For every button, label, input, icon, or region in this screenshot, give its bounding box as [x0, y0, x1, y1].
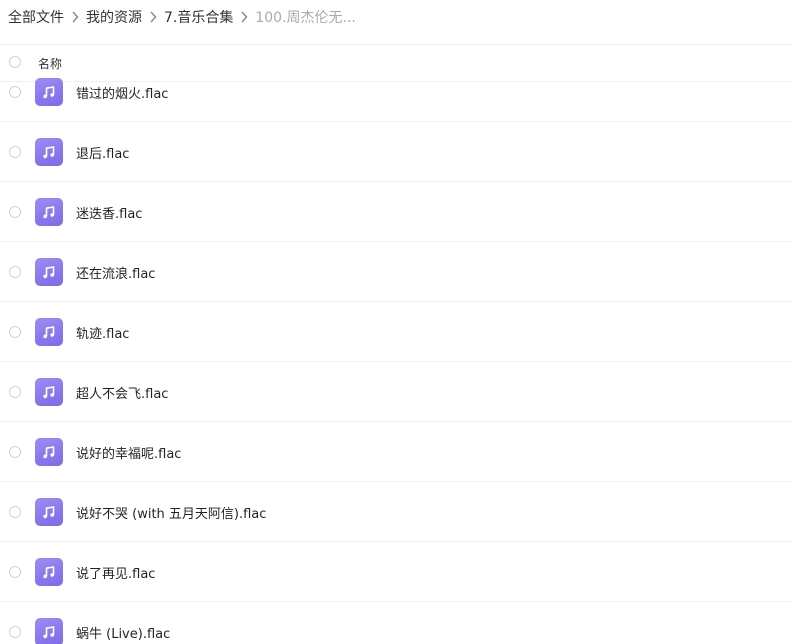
breadcrumb-my-resources[interactable]: 我的资源: [86, 7, 142, 27]
file-name[interactable]: 退后.flac: [76, 143, 129, 162]
chevron-right-icon: [237, 11, 251, 23]
file-row[interactable]: 说好不哭 (with 五月天阿信).flac: [0, 482, 792, 542]
row-checkbox[interactable]: [9, 146, 21, 158]
breadcrumb-current-folder: 100.周杰伦无...: [255, 10, 356, 26]
file-row[interactable]: 轨迹.flac: [0, 302, 792, 362]
file-name[interactable]: 还在流浪.flac: [76, 263, 155, 282]
row-checkbox[interactable]: [9, 506, 21, 518]
file-row[interactable]: 说好的幸福呢.flac: [0, 422, 792, 482]
row-checkbox[interactable]: [9, 386, 21, 398]
file-name[interactable]: 蜗牛 (Live).flac: [76, 623, 170, 642]
file-list: 错过的烟火.flac 退后.flac 迷迭香.flac 还在流浪.flac 轨迹…: [0, 62, 792, 644]
chevron-right-icon: [146, 11, 160, 23]
file-row[interactable]: 错过的烟火.flac: [0, 62, 792, 122]
file-row[interactable]: 还在流浪.flac: [0, 242, 792, 302]
music-note-icon: [35, 438, 63, 466]
chevron-right-icon: [68, 11, 82, 23]
music-note-icon: [35, 138, 63, 166]
music-note-icon: [35, 78, 63, 106]
music-note-icon: [35, 558, 63, 586]
file-row[interactable]: 蜗牛 (Live).flac: [0, 602, 792, 644]
row-checkbox[interactable]: [9, 206, 21, 218]
music-note-icon: [35, 318, 63, 346]
file-name[interactable]: 迷迭香.flac: [76, 203, 142, 222]
row-checkbox[interactable]: [9, 446, 21, 458]
file-row[interactable]: 迷迭香.flac: [0, 182, 792, 242]
file-name[interactable]: 说好的幸福呢.flac: [76, 443, 181, 462]
file-name[interactable]: 说好不哭 (with 五月天阿信).flac: [76, 503, 266, 522]
file-row[interactable]: 超人不会飞.flac: [0, 362, 792, 422]
file-name[interactable]: 说了再见.flac: [76, 563, 155, 582]
row-checkbox[interactable]: [9, 86, 21, 98]
music-note-icon: [35, 618, 63, 644]
file-row[interactable]: 说了再见.flac: [0, 542, 792, 602]
row-checkbox[interactable]: [9, 266, 21, 278]
music-note-icon: [35, 498, 63, 526]
file-name[interactable]: 超人不会飞.flac: [76, 383, 168, 402]
row-checkbox[interactable]: [9, 326, 21, 338]
file-name[interactable]: 错过的烟火.flac: [76, 83, 168, 102]
row-checkbox[interactable]: [9, 566, 21, 578]
file-name[interactable]: 轨迹.flac: [76, 323, 129, 342]
music-note-icon: [35, 258, 63, 286]
breadcrumb-all-files[interactable]: 全部文件: [8, 7, 64, 27]
music-note-icon: [35, 378, 63, 406]
file-row[interactable]: 退后.flac: [0, 122, 792, 182]
row-checkbox[interactable]: [9, 626, 21, 638]
breadcrumb-music-collection[interactable]: 7.音乐合集: [164, 7, 233, 27]
breadcrumb: 全部文件 我的资源 7.音乐合集 100.周杰伦无...: [0, 0, 792, 34]
music-note-icon: [35, 198, 63, 226]
